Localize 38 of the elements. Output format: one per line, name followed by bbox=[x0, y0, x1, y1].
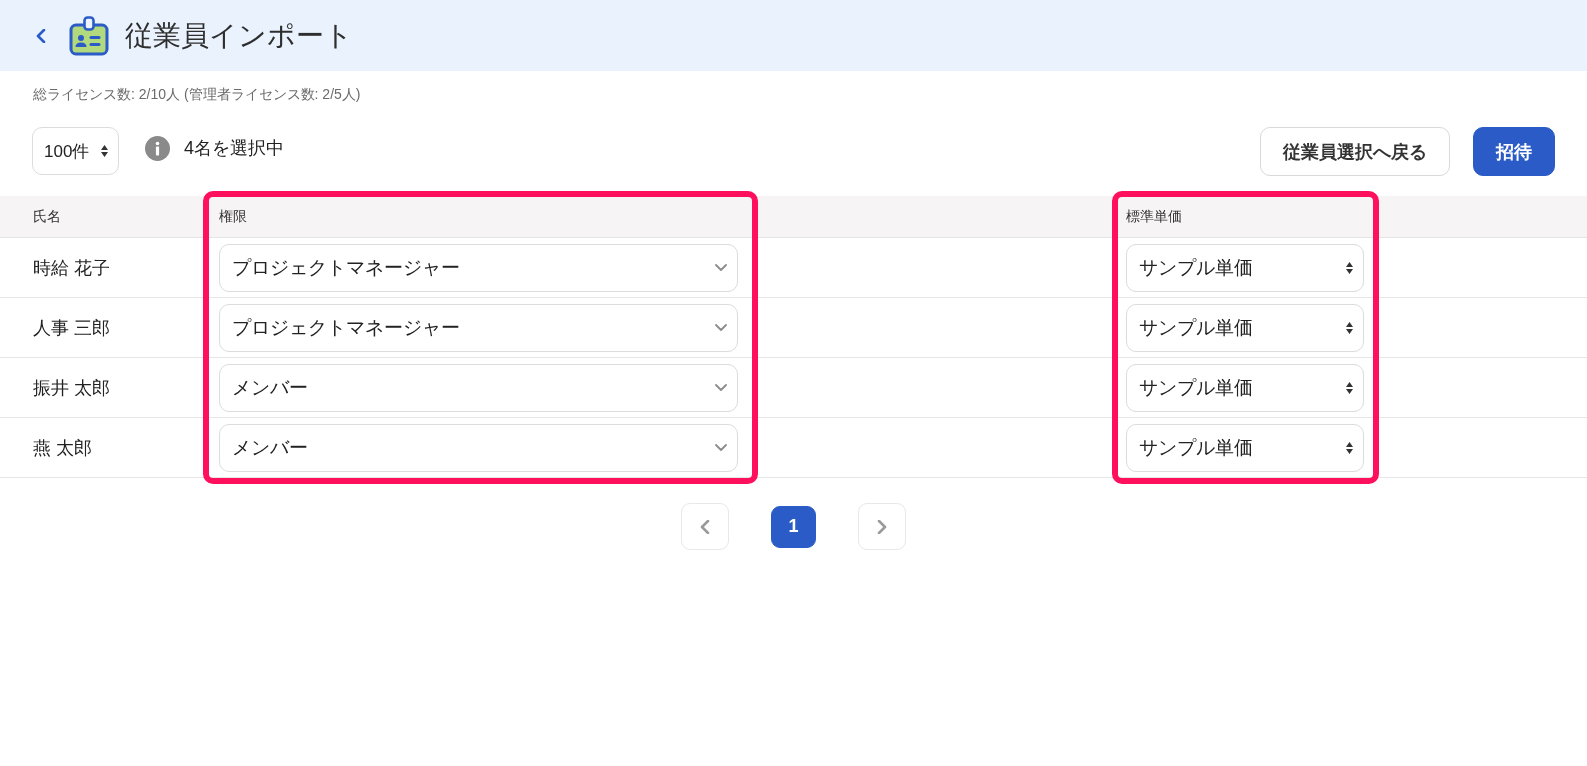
chevron-down-icon bbox=[715, 384, 727, 391]
updown-arrows-icon bbox=[1346, 381, 1353, 394]
license-summary: 総ライセンス数: 2/10人 (管理者ライセンス数: 2/5人) bbox=[32, 85, 362, 104]
info-icon bbox=[145, 135, 170, 161]
previous-page-button[interactable] bbox=[681, 503, 729, 550]
dropdown-select[interactable]: メンバー bbox=[219, 363, 738, 412]
select-field[interactable]: サンプル単価 bbox=[1126, 423, 1364, 472]
select-field[interactable]: サンプル単価 bbox=[1126, 363, 1364, 412]
chevron-left-icon bbox=[36, 28, 46, 43]
back-button[interactable] bbox=[36, 28, 46, 43]
chevron-right-icon bbox=[877, 519, 887, 534]
page-size-select[interactable]: 100件 bbox=[32, 127, 119, 175]
id-card-icon bbox=[69, 15, 109, 56]
table-cell-text: 人事 三郎 bbox=[33, 316, 110, 340]
dropdown-select[interactable]: プロジェクトマネージャー bbox=[219, 243, 738, 292]
page-number-button[interactable]: 1 bbox=[771, 505, 816, 548]
updown-arrows-icon bbox=[1346, 441, 1353, 454]
next-page-button[interactable] bbox=[858, 503, 906, 550]
updown-arrows-icon bbox=[1346, 321, 1353, 334]
dropdown-select[interactable]: メンバー bbox=[219, 423, 738, 472]
table-cell-text: 振井 太郎 bbox=[33, 376, 110, 400]
page-title: 従業員インポート bbox=[125, 18, 353, 53]
updown-arrows-icon bbox=[101, 145, 108, 157]
chevron-down-icon bbox=[715, 444, 727, 451]
chevron-down-icon bbox=[715, 264, 727, 271]
table-cell-text: 時給 花子 bbox=[33, 256, 110, 280]
select-field[interactable]: サンプル単価 bbox=[1126, 303, 1364, 352]
back-to-selection-button[interactable]: 従業員選択へ戻る bbox=[1260, 127, 1450, 176]
chevron-down-icon bbox=[715, 324, 727, 331]
column-header: 氏名 bbox=[0, 196, 203, 238]
select-field[interactable]: サンプル単価 bbox=[1126, 243, 1364, 292]
invite-button[interactable]: 招待 bbox=[1473, 127, 1555, 176]
column-header: 標準単価 bbox=[1110, 196, 1587, 238]
selection-count: 4名を選択中 bbox=[184, 137, 284, 160]
updown-arrows-icon bbox=[1346, 261, 1353, 274]
chevron-left-icon bbox=[700, 519, 710, 534]
dropdown-select[interactable]: プロジェクトマネージャー bbox=[219, 303, 738, 352]
table-cell-text: 燕 太郎 bbox=[33, 436, 92, 460]
